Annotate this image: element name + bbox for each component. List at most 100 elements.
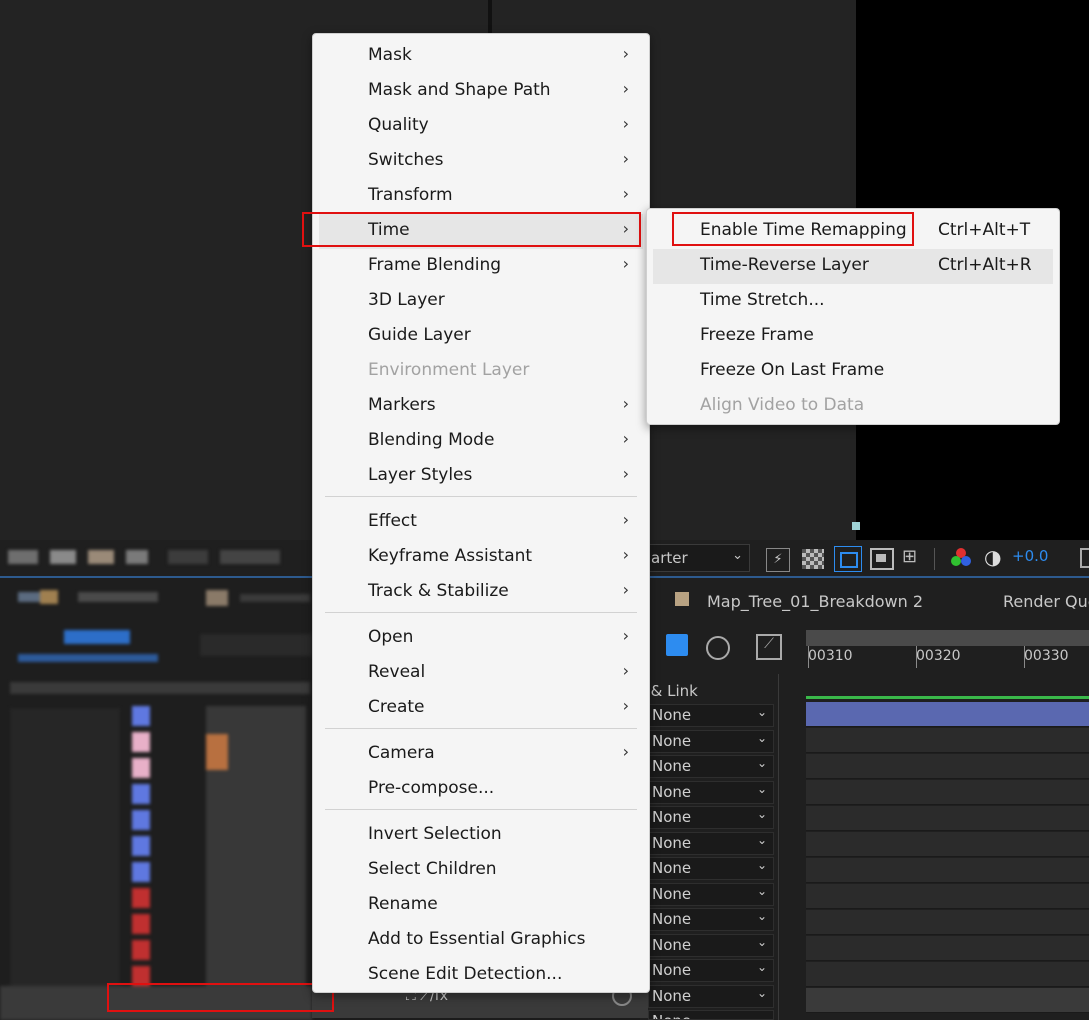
menu-item-guide-layer[interactable]: Guide Layer bbox=[313, 319, 649, 354]
menu-item-select-children[interactable]: Select Children bbox=[313, 853, 649, 888]
work-area-bar[interactable] bbox=[806, 630, 1089, 646]
graph-editor-icon[interactable]: ⟋ bbox=[756, 634, 782, 660]
layer-context-menu: Mask › Mask and Shape Path › Quality › Swit… bbox=[312, 33, 650, 993]
menu-item-mask[interactable]: Mask › bbox=[313, 39, 649, 74]
parent-dropdown[interactable]: None ⌄ bbox=[648, 730, 774, 753]
shortcut-label: Ctrl+Alt+R bbox=[938, 255, 1032, 275]
layer-bar[interactable] bbox=[806, 702, 1089, 727]
comp-color-swatch bbox=[675, 592, 689, 606]
menu-item-label: Add to Essential Graphics bbox=[368, 929, 586, 949]
chevron-right-icon: › bbox=[622, 44, 629, 63]
menu-item-label: Layer Styles bbox=[368, 465, 473, 485]
grid-guides-icon[interactable]: ⊞ bbox=[902, 546, 924, 568]
resolution-dropdown[interactable]: arter ⌄ bbox=[648, 544, 750, 572]
blurred-layer-list bbox=[0, 578, 312, 1020]
resolution-value: arter bbox=[651, 549, 688, 567]
menu-item-open[interactable]: Open › bbox=[313, 621, 649, 656]
menu-item-layer-styles[interactable]: Layer Styles › bbox=[313, 459, 649, 494]
toolbar-divider bbox=[934, 548, 935, 570]
menu-item-scene-edit-detection[interactable]: Scene Edit Detection... bbox=[313, 958, 649, 993]
layer-track[interactable] bbox=[806, 728, 1089, 753]
menu-item-add-to-essential-graphics[interactable]: Add to Essential Graphics bbox=[313, 923, 649, 958]
menu-item-keyframe-assistant[interactable]: Keyframe Assistant › bbox=[313, 540, 649, 575]
parent-dropdown[interactable]: None ⌄ bbox=[648, 908, 774, 931]
menu-item-camera[interactable]: Camera › bbox=[313, 737, 649, 772]
ruler-tick bbox=[916, 646, 917, 668]
submenu-item-freeze-frame[interactable]: Freeze Frame bbox=[647, 319, 1059, 354]
exposure-icon[interactable]: ◑ bbox=[984, 545, 1006, 569]
parent-value: None bbox=[652, 961, 692, 979]
parent-value: None bbox=[652, 1012, 691, 1019]
parent-dropdown[interactable]: None ⌄ bbox=[648, 806, 774, 829]
chevron-down-icon: ⌄ bbox=[756, 807, 767, 821]
color-channels-icon[interactable] bbox=[950, 548, 972, 570]
fast-previews-icon[interactable]: ⚡ bbox=[766, 548, 790, 572]
layer-track[interactable] bbox=[806, 754, 1089, 779]
layer-track[interactable] bbox=[806, 962, 1089, 987]
menu-separator bbox=[325, 809, 637, 810]
menu-separator bbox=[325, 496, 637, 497]
frame-blending-icon[interactable] bbox=[666, 634, 688, 656]
layer-track[interactable] bbox=[806, 988, 1089, 1013]
parent-dropdown[interactable]: None ⌄ bbox=[648, 832, 774, 855]
layer-track[interactable] bbox=[806, 910, 1089, 935]
submenu-item-label: Align Video to Data bbox=[700, 395, 865, 415]
blurred-toolbar-controls bbox=[8, 550, 308, 566]
menu-item-switches[interactable]: Switches › bbox=[313, 144, 649, 179]
anchor-handle[interactable] bbox=[852, 522, 860, 530]
submenu-item-freeze-on-last-frame[interactable]: Freeze On Last Frame bbox=[647, 354, 1059, 389]
layer-panel bbox=[0, 576, 312, 1020]
render-queue-tab[interactable]: Render Que bbox=[1003, 592, 1089, 611]
comp-tab[interactable]: Map_Tree_01_Breakdown 2 bbox=[707, 592, 923, 611]
submenu-item-time-reverse-layer[interactable]: Time-Reverse Layer Ctrl+Alt+R bbox=[653, 249, 1053, 284]
menu-item-label: Frame Blending bbox=[368, 255, 502, 275]
menu-item-reveal[interactable]: Reveal › bbox=[313, 656, 649, 691]
submenu-item-time-stretch[interactable]: Time Stretch... bbox=[647, 284, 1059, 319]
parent-dropdown[interactable]: None ⌄ bbox=[648, 857, 774, 880]
menu-item-markers[interactable]: Markers › bbox=[313, 389, 649, 424]
parent-dropdown[interactable]: None ⌄ bbox=[648, 985, 774, 1008]
exposure-value[interactable]: +0.0 bbox=[1012, 547, 1048, 565]
menu-item-transform[interactable]: Transform › bbox=[313, 179, 649, 214]
menu-item-label: Invert Selection bbox=[368, 824, 502, 844]
layer-track[interactable] bbox=[806, 858, 1089, 883]
layer-track[interactable] bbox=[806, 832, 1089, 857]
menu-item-effect[interactable]: Effect › bbox=[313, 505, 649, 540]
mask-visibility-icon[interactable] bbox=[870, 548, 894, 570]
parent-dropdown[interactable]: None ⌄ bbox=[648, 704, 774, 727]
shortcut-label: Ctrl+Alt+T bbox=[938, 220, 1031, 240]
motion-blur-icon[interactable] bbox=[706, 636, 730, 660]
parent-value: None bbox=[652, 783, 692, 801]
menu-item-label: Track & Stabilize bbox=[368, 581, 509, 601]
menu-item-invert-selection[interactable]: Invert Selection bbox=[313, 818, 649, 853]
layer-track[interactable] bbox=[806, 780, 1089, 805]
snapshot-icon[interactable] bbox=[1080, 548, 1089, 568]
menu-item-label: Mask and Shape Path bbox=[368, 80, 551, 100]
time-item-highlight bbox=[302, 212, 641, 247]
submenu-item-label: Time Stretch... bbox=[700, 290, 825, 310]
ruler-label-3: 00330 bbox=[1024, 648, 1069, 664]
chevron-right-icon: › bbox=[622, 742, 629, 761]
menu-item-3d-layer[interactable]: 3D Layer bbox=[313, 284, 649, 319]
parent-dropdown[interactable]: None bbox=[648, 1010, 774, 1020]
layer-track[interactable] bbox=[806, 936, 1089, 961]
region-of-interest-icon[interactable] bbox=[834, 546, 862, 572]
menu-item-pre-compose[interactable]: Pre-compose... bbox=[313, 772, 649, 807]
parent-value: None bbox=[652, 987, 692, 1005]
parent-dropdown[interactable]: None ⌄ bbox=[648, 959, 774, 982]
parent-dropdown[interactable]: None ⌄ bbox=[648, 755, 774, 778]
menu-item-frame-blending[interactable]: Frame Blending › bbox=[313, 249, 649, 284]
menu-item-blending-mode[interactable]: Blending Mode › bbox=[313, 424, 649, 459]
menu-item-track-and-stabilize[interactable]: Track & Stabilize › bbox=[313, 575, 649, 610]
menu-item-quality[interactable]: Quality › bbox=[313, 109, 649, 144]
menu-item-create[interactable]: Create › bbox=[313, 691, 649, 726]
parent-dropdown[interactable]: None ⌄ bbox=[648, 883, 774, 906]
menu-item-label: Reveal bbox=[368, 662, 426, 682]
layer-track[interactable] bbox=[806, 884, 1089, 909]
transparency-grid-icon[interactable] bbox=[802, 549, 824, 569]
layer-track[interactable] bbox=[806, 806, 1089, 831]
menu-item-rename[interactable]: Rename bbox=[313, 888, 649, 923]
parent-dropdown[interactable]: None ⌄ bbox=[648, 781, 774, 804]
menu-item-mask-and-shape-path[interactable]: Mask and Shape Path › bbox=[313, 74, 649, 109]
parent-dropdown[interactable]: None ⌄ bbox=[648, 934, 774, 957]
